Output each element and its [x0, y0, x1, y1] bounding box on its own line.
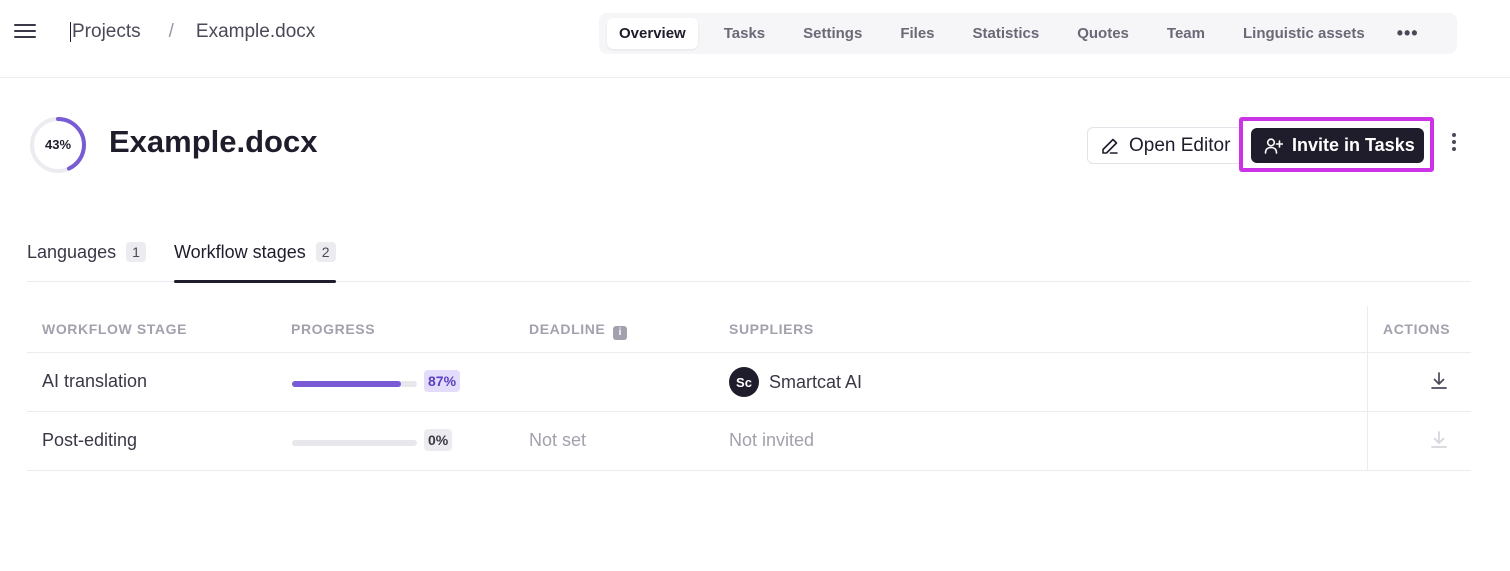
- subtab-workflow-stages-label: Workflow stages: [174, 242, 306, 262]
- column-header-actions: ACTIONS: [1383, 321, 1451, 337]
- more-tabs-icon[interactable]: •••: [1397, 23, 1419, 44]
- table-header: WORKFLOW STAGE PROGRESS DEADLINE i SUPPLI…: [27, 306, 1471, 353]
- tab-tasks[interactable]: Tasks: [712, 18, 777, 49]
- add-user-icon: [1264, 137, 1283, 154]
- column-header-suppliers: SUPPLIERS: [729, 321, 814, 337]
- subtab-workflow-stages[interactable]: Workflow stages 2: [174, 236, 336, 283]
- progress-ring: 43%: [28, 115, 88, 175]
- download-icon[interactable]: [1430, 371, 1448, 391]
- tab-overview[interactable]: Overview: [607, 18, 698, 49]
- stage-name: AI translation: [42, 371, 148, 391]
- page-title: Example.docx: [109, 124, 318, 159]
- progress-bar: [292, 381, 417, 387]
- top-bar: Projects / Example.docx Overview Tasks S…: [0, 0, 1510, 78]
- progress-percent-badge: 87%: [424, 370, 461, 392]
- supplier-name: Smartcat AI: [769, 371, 863, 392]
- supplier: Sc Smartcat AI: [729, 367, 862, 397]
- invite-in-tasks-label: Invite in Tasks: [1292, 135, 1415, 155]
- subtab-languages-label: Languages: [27, 242, 117, 262]
- progress-percent-badge: 0%: [424, 429, 453, 451]
- progress-percent: 43%: [44, 137, 72, 152]
- breadcrumb: Projects / Example.docx: [70, 21, 315, 43]
- tab-quotes[interactable]: Quotes: [1065, 18, 1141, 49]
- pencil-icon: [1102, 138, 1118, 154]
- download-icon[interactable]: [1430, 430, 1448, 450]
- tab-files[interactable]: Files: [888, 18, 946, 49]
- project-nav-tabs: Overview Tasks Settings Files Statistics…: [599, 13, 1457, 54]
- kebab-menu-icon[interactable]: [1446, 133, 1462, 157]
- text-cursor: [70, 22, 71, 42]
- deadline-value: Not set: [529, 430, 587, 450]
- table-row: Post-editing 0% Not set Not invited: [27, 412, 1471, 471]
- menu-icon[interactable]: [14, 24, 36, 42]
- column-header-deadline-label: DEADLINE: [529, 321, 606, 337]
- smartcat-ai-avatar: Sc: [729, 367, 759, 397]
- subtab-languages[interactable]: Languages 1: [27, 236, 146, 282]
- tab-team[interactable]: Team: [1155, 18, 1217, 49]
- open-editor-button[interactable]: Open Editor: [1087, 127, 1243, 164]
- sub-tabs: Languages 1 Workflow stages 2: [27, 236, 1471, 283]
- table-row: AI translation 87% Sc Smartcat AI: [27, 353, 1471, 412]
- progress-bar: [292, 440, 417, 446]
- column-header-stage: WORKFLOW STAGE: [42, 321, 188, 337]
- info-icon[interactable]: i: [613, 326, 628, 340]
- progress-bar-fill: [292, 381, 401, 387]
- workflow-stages-table: WORKFLOW STAGE PROGRESS DEADLINE i SUPPLI…: [27, 306, 1471, 471]
- subtab-languages-count: 1: [126, 242, 146, 262]
- tab-settings[interactable]: Settings: [791, 18, 874, 49]
- column-header-progress: PROGRESS: [291, 321, 376, 337]
- tab-statistics[interactable]: Statistics: [961, 18, 1052, 49]
- subtab-workflow-stages-count: 2: [315, 242, 336, 262]
- column-header-deadline: DEADLINE i: [529, 321, 628, 340]
- invite-in-tasks-button[interactable]: Invite in Tasks: [1251, 128, 1424, 163]
- open-editor-label: Open Editor: [1129, 134, 1231, 156]
- breadcrumb-current: Example.docx: [195, 21, 316, 42]
- breadcrumb-separator: /: [168, 21, 174, 42]
- supplier-status: Not invited: [729, 430, 815, 450]
- tab-linguistic-assets[interactable]: Linguistic assets: [1231, 18, 1377, 49]
- breadcrumb-projects-link[interactable]: Projects: [72, 21, 141, 43]
- stage-name: Post-editing: [42, 430, 138, 450]
